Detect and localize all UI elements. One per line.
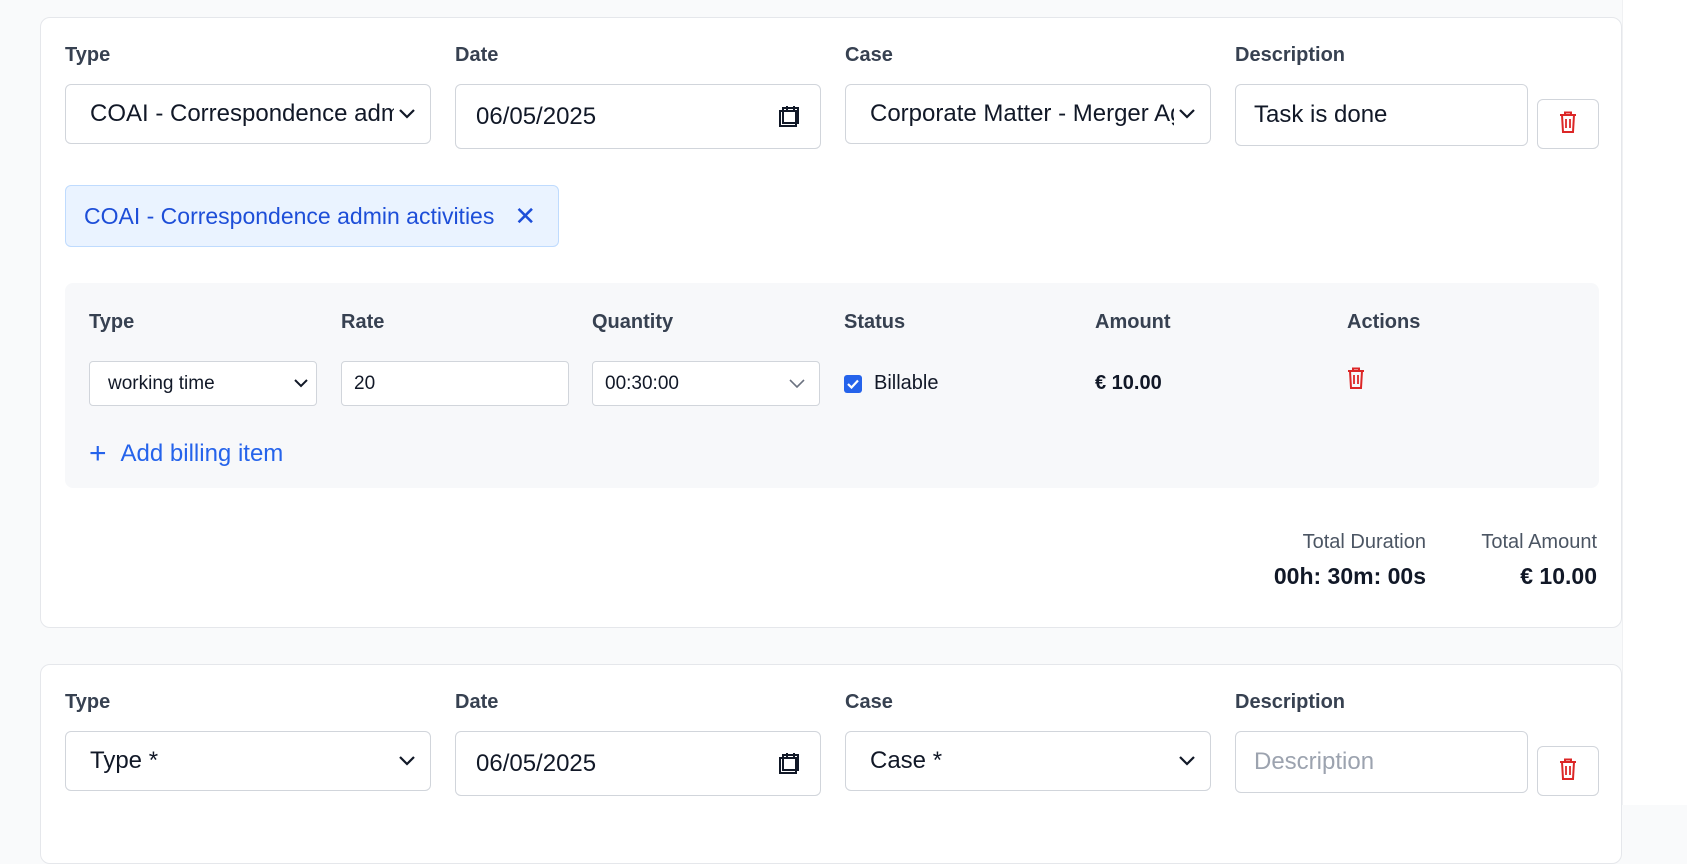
- chevron-down-icon: [789, 379, 805, 388]
- case-select[interactable]: Case *: [845, 731, 1211, 791]
- case-select-value: Case *: [870, 747, 943, 774]
- delete-entry-button[interactable]: [1537, 746, 1599, 796]
- quantity-select[interactable]: 00:30:00: [592, 361, 820, 406]
- trash-icon: [1347, 367, 1365, 394]
- add-billing-item-button[interactable]: + Add billing item: [89, 437, 283, 471]
- chevron-down-icon: [394, 756, 420, 766]
- time-entry-card: Type Date Case Description COAI - Corres…: [40, 17, 1622, 628]
- total-amount-label: Total Amount: [1481, 531, 1597, 553]
- rate-input-value: 20: [354, 372, 376, 394]
- page-right-gutter: [1622, 0, 1687, 805]
- selected-type-chip: COAI - Correspondence admin activities ✕: [65, 185, 560, 247]
- total-duration-label: Total Duration: [1302, 531, 1426, 553]
- trash-icon: [1559, 758, 1577, 785]
- delete-billing-item-button[interactable]: [1347, 367, 1365, 394]
- billable-label: Billable: [874, 372, 939, 394]
- billing-header-quantity: Quantity: [592, 311, 674, 333]
- calendar-icon[interactable]: [776, 105, 802, 129]
- billable-checkbox[interactable]: [844, 374, 862, 393]
- chip-label: COAI - Correspondence admin activities: [84, 202, 495, 229]
- billing-header-type: Type: [89, 311, 135, 333]
- type-label: Type: [65, 691, 111, 713]
- type-select[interactable]: Type *: [65, 731, 431, 791]
- billing-header-actions: Actions: [1347, 311, 1421, 333]
- billing-type-select[interactable]: working time: [89, 361, 317, 406]
- date-input[interactable]: 06/05/2025: [455, 731, 821, 796]
- calendar-icon[interactable]: [776, 752, 802, 776]
- billing-header-rate: Rate: [341, 311, 385, 333]
- type-select-value: Type *: [90, 747, 159, 774]
- time-entry-card: Type Date Case Description Type * 06/05/…: [40, 664, 1622, 864]
- delete-entry-button[interactable]: [1537, 99, 1599, 149]
- date-input-value: 06/05/2025: [476, 749, 597, 777]
- trash-icon: [1559, 111, 1577, 138]
- total-duration-value: 00h: 30m: 00s: [1273, 563, 1426, 589]
- billing-type-value: working time: [108, 372, 215, 394]
- chevron-down-icon: [1174, 109, 1200, 119]
- date-label: Date: [455, 44, 499, 66]
- case-label: Case: [845, 44, 893, 66]
- billing-header-amount: Amount: [1095, 311, 1171, 333]
- date-label: Date: [455, 691, 499, 713]
- chevron-down-icon: [394, 109, 420, 119]
- quantity-value: 00:30:00: [605, 372, 679, 394]
- description-input[interactable]: Description: [1235, 731, 1528, 793]
- total-amount-value: € 10.00: [1520, 563, 1597, 589]
- case-select-value: Corporate Matter - Merger Agreement: [870, 100, 1174, 127]
- date-input[interactable]: 06/05/2025: [455, 84, 821, 149]
- billing-amount: € 10.00: [1095, 372, 1162, 394]
- type-select[interactable]: COAI - Correspondence admin activities: [65, 84, 431, 144]
- date-input-value: 06/05/2025: [476, 102, 597, 130]
- description-input[interactable]: Task is done: [1235, 84, 1528, 146]
- type-label: Type: [65, 44, 111, 66]
- description-placeholder: Description: [1254, 748, 1375, 775]
- description-label: Description: [1235, 44, 1346, 66]
- billing-header-status: Status: [844, 311, 906, 333]
- description-input-value: Task is done: [1254, 101, 1388, 128]
- rate-input[interactable]: 20: [341, 361, 569, 406]
- billable-status: Billable: [844, 361, 938, 406]
- plus-icon: +: [89, 437, 107, 470]
- chevron-down-icon: [1174, 756, 1200, 766]
- description-label: Description: [1235, 691, 1346, 713]
- close-icon[interactable]: ✕: [514, 203, 536, 229]
- add-billing-item-label: Add billing item: [120, 440, 284, 467]
- case-label: Case: [845, 691, 893, 713]
- type-select-value: COAI - Correspondence admin activities: [90, 100, 394, 127]
- case-select[interactable]: Corporate Matter - Merger Agreement: [845, 84, 1211, 144]
- chevron-down-icon: [294, 379, 308, 388]
- billing-items-panel: Type Rate Quantity Status Amount Actions…: [65, 283, 1599, 488]
